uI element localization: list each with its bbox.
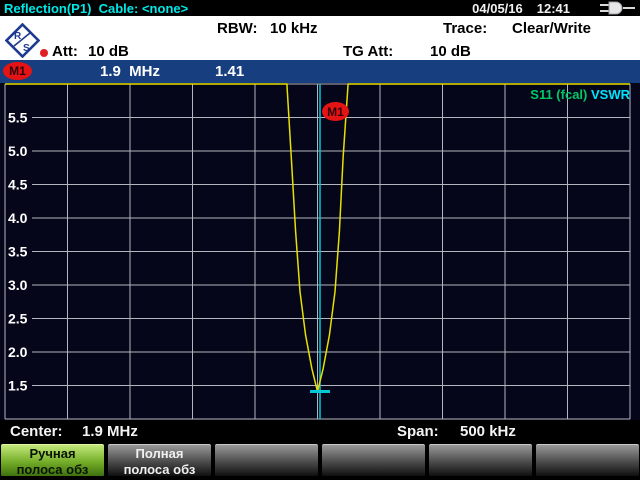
svg-text:4.0: 4.0 xyxy=(8,210,28,226)
svg-text:5.0: 5.0 xyxy=(8,143,28,159)
settings-area: R S RBW: 10 kHz Trace: Clear/Write Att: … xyxy=(0,16,640,60)
rohde-schwarz-logo-icon: R S xyxy=(5,23,40,63)
svg-text:3.5: 3.5 xyxy=(8,244,28,260)
att-label: Att: xyxy=(52,43,78,60)
datetime-group: 04/05/16 12:41 xyxy=(472,1,640,16)
softkey-blank-3[interactable] xyxy=(215,444,318,477)
softkey-manual-span[interactable]: Ручная полоса обз xyxy=(1,444,104,477)
frequency-range-bar: Center: 1.9 MHz Span: 500 kHz xyxy=(0,420,640,444)
measurement-title: Reflection(P1) Cable: <none> xyxy=(0,1,188,16)
time-label: 12:41 xyxy=(537,1,570,16)
tg-att-value: 10 dB xyxy=(430,43,471,60)
span-label: Span: xyxy=(397,423,439,440)
top-status-bar: Reflection(P1) Cable: <none> 04/05/16 12… xyxy=(0,0,640,16)
softkey-blank-6[interactable] xyxy=(536,444,639,477)
trace-mode-label: Trace: xyxy=(443,20,487,37)
ac-power-plug-icon xyxy=(600,1,636,15)
rbw-label: RBW: xyxy=(217,20,258,37)
softkey-label-line: Ручная xyxy=(1,446,104,462)
svg-text:S: S xyxy=(23,43,30,54)
softkey-row: Ручная полоса обз Полная полоса обз xyxy=(1,444,639,480)
date-label: 04/05/16 xyxy=(472,1,523,16)
svg-text:5.5: 5.5 xyxy=(8,110,28,126)
instrument-screen: Reflection(P1) Cable: <none> 04/05/16 12… xyxy=(0,0,640,480)
span-value: 500 kHz xyxy=(460,423,516,440)
svg-text:3.0: 3.0 xyxy=(8,277,28,293)
softkey-blank-5[interactable] xyxy=(429,444,532,477)
marker-vswr-value: 1.41 xyxy=(215,63,244,80)
att-value: 10 dB xyxy=(88,43,129,60)
softkey-label-line: Полная xyxy=(108,446,211,462)
marker-frequency-value: 1.9 MHz xyxy=(100,63,160,80)
marker-m1-flag: M1 xyxy=(322,102,349,121)
tg-att-label: TG Att: xyxy=(343,43,393,60)
trace-format-label: S11 (fcal) VSWR xyxy=(530,87,630,102)
softkey-blank-4[interactable] xyxy=(322,444,425,477)
center-value: 1.9 MHz xyxy=(82,423,138,440)
svg-text:4.5: 4.5 xyxy=(8,177,28,193)
marker-m1-badge: M1 xyxy=(3,62,32,80)
center-label: Center: xyxy=(10,423,63,440)
svg-text:2.5: 2.5 xyxy=(8,311,28,327)
svg-text:2.0: 2.0 xyxy=(8,344,28,360)
softkey-full-span[interactable]: Полная полоса обз xyxy=(108,444,211,477)
rbw-value: 10 kHz xyxy=(270,20,318,37)
svg-text:R: R xyxy=(14,31,22,42)
softkey-label-line: полоса обз xyxy=(108,462,211,478)
attenuation-dot-icon xyxy=(40,49,48,57)
trace-mode-value: Clear/Write xyxy=(512,20,591,37)
measurement-format-label: VSWR xyxy=(587,87,630,102)
calibration-state-label: S11 (fcal) xyxy=(530,87,587,102)
marker-readout-bar: M1 1.9 MHz 1.41 xyxy=(0,60,640,83)
chart-canvas: 1.5 2.0 2.5 3.0 3.5 4.0 4.5 5.0 5.5 xyxy=(0,83,640,420)
softkey-label-line: полоса обз xyxy=(1,462,104,478)
vswr-chart: 1.5 2.0 2.5 3.0 3.5 4.0 4.5 5.0 5.5 S11 (fcal) V… xyxy=(0,83,640,420)
svg-text:1.5: 1.5 xyxy=(8,378,28,394)
